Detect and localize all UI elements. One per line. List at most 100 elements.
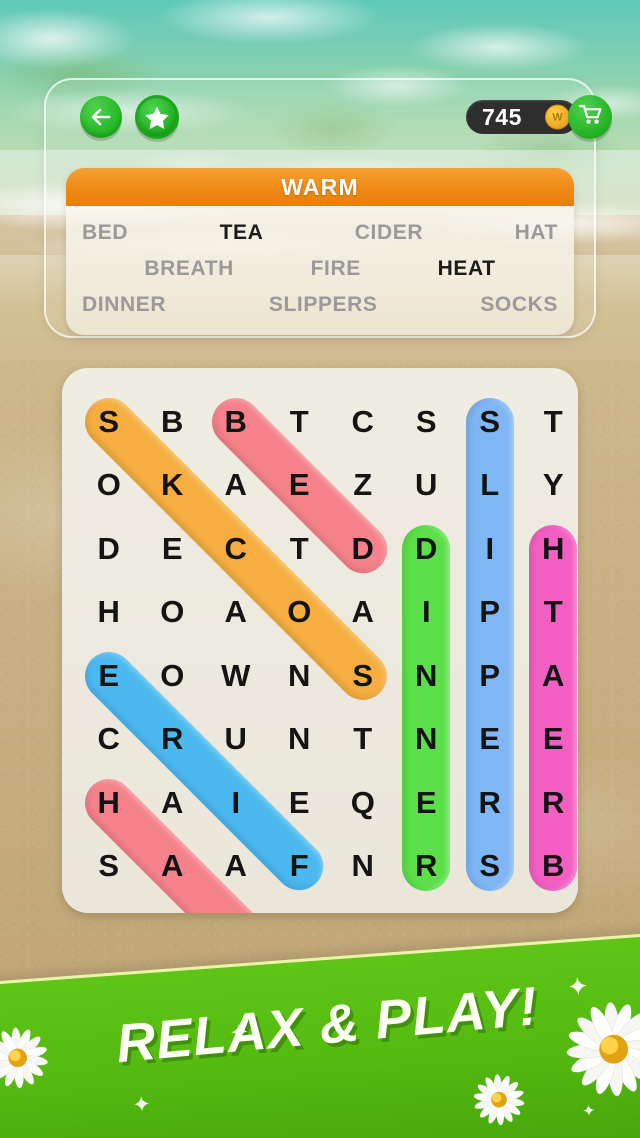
grid-cell[interactable]: S bbox=[341, 654, 385, 698]
grid-cell[interactable]: P bbox=[468, 654, 512, 698]
grid-cell[interactable]: H bbox=[87, 590, 131, 634]
word-item-breath: BREATH bbox=[144, 257, 234, 280]
grid-cell[interactable]: Z bbox=[341, 463, 385, 507]
coin-balance-panel[interactable]: 745 W bbox=[466, 100, 578, 134]
sparkle-icon: ✦ bbox=[581, 1102, 597, 1121]
letter-grid-panel[interactable]: SBBTCSSTOKAEZULYDECTDDIHHOAOAIPTEOWNSNPA… bbox=[62, 368, 578, 913]
grid-cell[interactable]: T bbox=[277, 527, 321, 571]
word-list-row: DINNER SLIPPERS SOCKS bbox=[82, 287, 558, 323]
grid-cell[interactable]: E bbox=[87, 654, 131, 698]
back-arrow-icon bbox=[90, 107, 112, 127]
word-list-row: BREATH FIRE HEAT bbox=[82, 251, 558, 287]
grid-cell[interactable]: S bbox=[468, 400, 512, 444]
star-icon bbox=[144, 105, 170, 130]
word-item-hat: HAT bbox=[514, 221, 558, 244]
grid-cell[interactable]: A bbox=[150, 844, 194, 888]
grid-cell[interactable]: T bbox=[341, 717, 385, 761]
grid-cell[interactable]: K bbox=[150, 463, 194, 507]
grid-cell[interactable]: O bbox=[150, 590, 194, 634]
grid-cell[interactable]: C bbox=[87, 717, 131, 761]
grid-cell[interactable]: N bbox=[277, 717, 321, 761]
grid-cell[interactable]: W bbox=[214, 654, 258, 698]
word-list-body: BED TEA CIDER HAT BREATH FIRE HEAT DINNER SLIPPE… bbox=[66, 206, 574, 335]
word-list-panel: WARM BED TEA CIDER HAT BREATH FIRE HEAT DINNER S… bbox=[66, 168, 574, 335]
grid-cell[interactable]: I bbox=[404, 590, 448, 634]
grid-cell[interactable]: S bbox=[468, 844, 512, 888]
grid-cell[interactable]: E bbox=[404, 781, 448, 825]
grid-cell[interactable]: C bbox=[87, 908, 131, 913]
grid-cell[interactable]: D bbox=[87, 527, 131, 571]
grid-cell[interactable]: N bbox=[341, 844, 385, 888]
grid-cell[interactable]: E bbox=[468, 717, 512, 761]
grid-cell[interactable]: T bbox=[531, 400, 575, 444]
word-item-slippers: SLIPPERS bbox=[268, 293, 378, 316]
grid-cell[interactable]: B bbox=[150, 400, 194, 444]
grid-cell[interactable]: D bbox=[404, 527, 448, 571]
word-item-bed: BED bbox=[82, 221, 129, 244]
word-item-tea: TEA bbox=[219, 221, 264, 244]
sparkle-icon: ✦ bbox=[228, 1018, 251, 1048]
grid-cell[interactable]: O bbox=[87, 463, 131, 507]
grid-cell[interactable]: E bbox=[150, 527, 194, 571]
grid-cell[interactable]: U bbox=[404, 463, 448, 507]
grid-cell[interactable]: O bbox=[277, 590, 321, 634]
grid-cell[interactable]: Y bbox=[531, 463, 575, 507]
grid-cell[interactable]: R bbox=[468, 781, 512, 825]
grid-cell[interactable]: S bbox=[87, 400, 131, 444]
grid-cell[interactable]: N bbox=[277, 654, 321, 698]
grid-cell[interactable]: B bbox=[531, 844, 575, 888]
grid-cell[interactable]: E bbox=[277, 781, 321, 825]
coin-count: 745 bbox=[482, 103, 522, 130]
grid-cell[interactable]: O bbox=[150, 654, 194, 698]
coin-icon: W bbox=[545, 104, 570, 130]
grid-cell[interactable]: L bbox=[468, 463, 512, 507]
grid-cell[interactable]: R bbox=[150, 717, 194, 761]
puzzle-title: WARM bbox=[66, 168, 574, 206]
daisy-icon bbox=[471, 1072, 527, 1128]
grid-cell[interactable]: S bbox=[150, 908, 194, 913]
sparkle-icon: ✦ bbox=[565, 970, 590, 1003]
word-item-heat: HEAT bbox=[437, 257, 496, 280]
grid-cell[interactable]: I bbox=[468, 527, 512, 571]
grid-cell[interactable]: S bbox=[87, 844, 131, 888]
grid-cell[interactable]: A bbox=[531, 654, 575, 698]
daisy-icon bbox=[0, 1025, 51, 1091]
grid-cell[interactable]: C bbox=[341, 400, 385, 444]
grid-cell[interactable]: E bbox=[531, 717, 575, 761]
grid-cell[interactable]: A bbox=[341, 590, 385, 634]
star-progress-button[interactable] bbox=[135, 95, 179, 139]
grid-cell[interactable]: R bbox=[404, 844, 448, 888]
grid-cell[interactable]: H bbox=[531, 527, 575, 571]
grid-cell[interactable]: C bbox=[214, 527, 258, 571]
grid-cell[interactable]: S bbox=[404, 400, 448, 444]
grid-cell[interactable]: N bbox=[404, 654, 448, 698]
grid-cell[interactable]: R bbox=[531, 781, 575, 825]
back-button[interactable] bbox=[80, 96, 122, 138]
grid-cell[interactable]: A bbox=[214, 463, 258, 507]
letter-grid[interactable]: SBBTCSSTOKAEZULYDECTDDIHHOAOAIPTEOWNSNPA… bbox=[62, 368, 578, 913]
highlight-htaerb bbox=[529, 524, 578, 891]
grid-cell[interactable]: T bbox=[277, 400, 321, 444]
banner-text: RELAX & PLAY! bbox=[113, 976, 541, 1075]
grid-cell[interactable]: T bbox=[531, 590, 575, 634]
word-item-cider: CIDER bbox=[354, 221, 424, 244]
sparkle-icon: ✦ bbox=[131, 1091, 152, 1118]
grid-cell[interactable]: H bbox=[87, 781, 131, 825]
grid-cell[interactable]: A bbox=[214, 590, 258, 634]
grid-cell[interactable]: F bbox=[277, 844, 321, 888]
grid-cell[interactable]: A bbox=[214, 844, 258, 888]
grid-cell[interactable]: B bbox=[214, 400, 258, 444]
shop-cart-button[interactable] bbox=[568, 95, 612, 139]
word-item-fire: FIRE bbox=[310, 257, 361, 280]
grid-cell[interactable]: A bbox=[150, 781, 194, 825]
grid-cell[interactable]: E bbox=[277, 463, 321, 507]
word-item-dinner: DINNER bbox=[82, 293, 167, 316]
grid-cell[interactable]: P bbox=[468, 590, 512, 634]
grid-cell[interactable]: I bbox=[214, 781, 258, 825]
grid-cell[interactable]: U bbox=[214, 717, 258, 761]
grid-cell[interactable]: Q bbox=[341, 781, 385, 825]
grid-cell[interactable]: D bbox=[341, 527, 385, 571]
grid-cell[interactable]: T bbox=[214, 908, 258, 913]
daisy-icon bbox=[562, 998, 640, 1101]
grid-cell[interactable]: N bbox=[404, 717, 448, 761]
